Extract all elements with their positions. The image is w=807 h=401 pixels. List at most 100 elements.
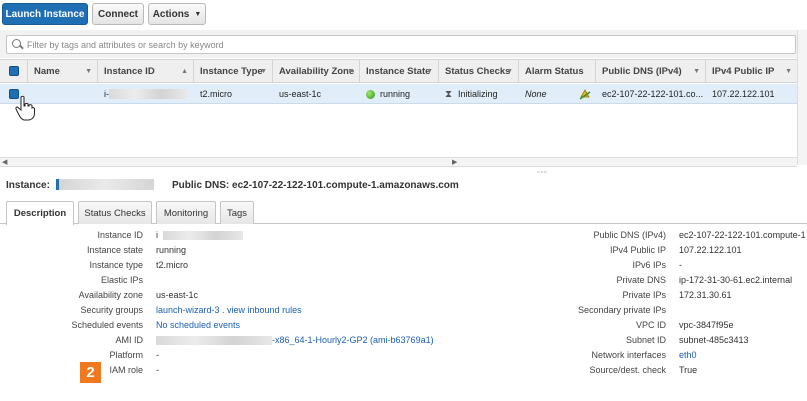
horizontal-scrollbar[interactable]: ◀ ▶ — [0, 157, 797, 167]
label-secondary-private-ips: Secondary private IPs — [577, 305, 666, 315]
label-platform: Platform — [109, 350, 143, 360]
actions-button[interactable]: Actions ▼ — [148, 3, 206, 25]
value-instance-state: running — [156, 245, 187, 255]
instance-state-text: running — [380, 89, 411, 99]
detail-tabs: Description Status Checks Monitoring Tag… — [0, 199, 807, 225]
label-instance-type: Instance type — [89, 260, 143, 270]
running-status-icon — [366, 89, 375, 99]
column-header-ipv4-public-ip[interactable]: IPv4 Public IP ▼ — [706, 60, 797, 82]
filter-bar: Filter by tags and attributes or search … — [0, 30, 807, 58]
cell-instance-type: t2.micro — [200, 89, 233, 99]
instance-id-value: i — [156, 230, 158, 240]
column-label: Instance ID — [104, 65, 155, 77]
tab-description[interactable]: Description — [6, 201, 74, 225]
redacted-block — [156, 336, 272, 346]
label-ipv6-ips: IPv6 IPs — [632, 260, 666, 270]
cell-instance-id: i- — [98, 84, 194, 104]
select-all-checkbox[interactable] — [8, 66, 19, 76]
public-dns-heading: Public DNS: ec2-107-22-122-101.compute-1… — [172, 179, 459, 191]
column-header-status-checks[interactable]: Status Checks ▼ — [439, 60, 519, 82]
status-checks-text: Initializing — [458, 89, 498, 99]
column-label: Status Checks — [445, 65, 511, 77]
detail-header: Instance: Public DNS: ec2-107-22-122-101… — [0, 175, 807, 195]
label-vpc-id: VPC ID — [635, 320, 666, 330]
launch-instance-button[interactable]: Launch Instance — [2, 3, 88, 25]
column-header-instance-state[interactable]: Instance State ▼ — [360, 60, 439, 82]
sort-icon: ▼ — [506, 67, 513, 75]
sort-icon: ▼ — [347, 67, 354, 75]
connect-button[interactable]: Connect — [92, 3, 144, 25]
label-ipv4-public-ip: IPv4 Public IP — [609, 245, 666, 255]
label-private-ips: Private IPs — [622, 290, 666, 300]
column-label: Public DNS (IPv4) — [602, 65, 682, 77]
value-subnet-id: subnet-485c3413 — [679, 335, 749, 345]
label-private-dns: Private DNS — [616, 275, 666, 285]
instance-label: Instance: — [6, 179, 50, 191]
tab-tags[interactable]: Tags — [220, 201, 254, 224]
search-input[interactable]: Filter by tags and attributes or search … — [6, 35, 796, 54]
redacted-instance-id — [56, 179, 154, 190]
label-security-groups: Security groups — [80, 305, 143, 315]
network-interfaces-link[interactable]: eth0 — [679, 350, 697, 360]
column-label: Availability Zone — [279, 65, 355, 77]
value-vpc-id: vpc-3847f95e — [679, 320, 734, 330]
column-header-availability-zone[interactable]: Availability Zone ▼ — [273, 60, 360, 82]
security-groups-link[interactable]: launch-wizard-3 . view inbound rules — [156, 305, 302, 315]
step-number-badge: 2 — [80, 362, 101, 383]
chevron-down-icon: ▼ — [194, 10, 202, 18]
sort-icon: ▼ — [693, 67, 700, 75]
label-subnet-id: Subnet ID — [625, 335, 666, 345]
tab-status-checks[interactable]: Status Checks — [78, 201, 152, 224]
label-network-interfaces: Network interfaces — [591, 350, 666, 360]
column-label: IPv4 Public IP — [712, 65, 775, 77]
vertical-scrollbar[interactable] — [797, 30, 807, 165]
sort-icon: ▼ — [260, 67, 267, 75]
cell-availability-zone: us-east-1c — [279, 89, 322, 99]
sort-icon: ▼ — [426, 67, 433, 75]
scheduled-events-link[interactable]: No scheduled events — [156, 320, 240, 330]
table-row[interactable]: i- t2.micro us-east-1c running ⧗ Initial… — [0, 84, 797, 104]
value-private-ips: 172.31.30.61 — [679, 290, 732, 300]
alarm-status-text: None — [525, 89, 547, 99]
alarm-bell-icon[interactable] — [579, 88, 591, 100]
tab-monitoring[interactable]: Monitoring — [156, 201, 216, 224]
cell-ipv4-public-ip: 107.22.122.101 — [712, 89, 775, 99]
select-all-checkbox-cell[interactable] — [0, 60, 28, 82]
value-source-dest-check: True — [679, 365, 698, 375]
label-availability-zone: Availability zone — [78, 290, 143, 300]
label-source-dest-check: Source/dest. check — [589, 365, 666, 375]
column-label: Name — [34, 65, 60, 77]
redacted-block — [109, 89, 187, 99]
column-header-name[interactable]: Name ▼ — [28, 60, 98, 82]
toolbar: Launch Instance Connect Actions ▼ — [0, 0, 807, 30]
value-availability-zone: us-east-1c — [156, 290, 199, 300]
column-label: Alarm Status — [525, 65, 584, 77]
column-label: Instance Type — [200, 65, 263, 77]
table-header: Name ▼ Instance ID ▲ Instance Type ▼ Availa… — [0, 59, 797, 83]
cell-name — [28, 84, 98, 104]
search-icon — [11, 38, 25, 52]
column-header-alarm-status[interactable]: Alarm Status — [519, 60, 596, 82]
label-instance-state: Instance state — [86, 245, 143, 255]
cell-alarm-status: None — [519, 84, 596, 104]
redacted-block — [162, 231, 243, 241]
scroll-right-icon[interactable]: ▶ — [452, 158, 457, 166]
value-public-dns: ec2-107-22-122-101.compute-1 — [679, 230, 806, 240]
scroll-left-icon[interactable]: ◀ — [2, 158, 7, 166]
column-header-instance-type[interactable]: Instance Type ▼ — [194, 60, 273, 82]
sort-ascending-icon: ▲ — [181, 67, 188, 75]
value-ipv4-public-ip: 107.22.122.101 — [679, 245, 742, 255]
column-header-public-dns[interactable]: Public DNS (IPv4) ▼ — [596, 60, 706, 82]
value-instance-id: i — [156, 230, 243, 241]
sort-icon: ▼ — [85, 67, 92, 75]
label-instance-id: Instance ID — [97, 230, 143, 240]
value-ipv6-ips: - — [679, 260, 682, 270]
column-header-instance-id[interactable]: Instance ID ▲ — [98, 60, 194, 82]
label-ami-id: AMI ID — [115, 335, 143, 345]
ami-id-link[interactable]: -x86_64-1-Hourly2-GP2 (ami-b63769a1) — [156, 335, 434, 346]
value-iam-role: - — [156, 365, 159, 375]
panel-splitter[interactable]: ▫▫▫ — [0, 167, 807, 176]
cell-instance-state: running — [360, 84, 439, 104]
label-iam-role: IAM role — [109, 365, 143, 375]
cell-public-dns: ec2-107-22-122-101.co... — [602, 89, 704, 99]
